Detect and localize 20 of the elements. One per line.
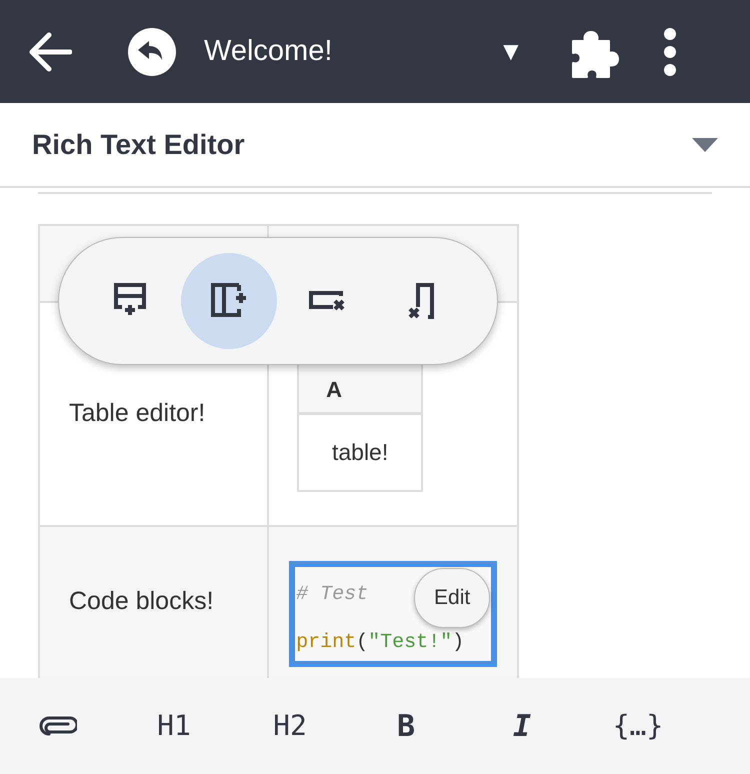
bold-button[interactable]: B [396,704,416,748]
format-button[interactable]: H2 [273,705,307,747]
edit-button[interactable]: Edit [414,568,490,628]
reply-icon[interactable] [128,28,176,76]
table-cell-text: table! [332,438,388,468]
caret-icon[interactable] [692,138,718,152]
table-cell-text: Table editor! [69,398,206,430]
section-title: Rich Text Editor [32,128,245,162]
back-arrow-icon[interactable] [28,32,72,72]
dropdown-toggle[interactable]: ▼ [498,32,524,71]
table-header: A [326,376,342,404]
format-button[interactable]: H1 [157,705,191,747]
code-line: print("Test!") [296,630,464,656]
code-line: # Test [296,582,368,608]
format-button[interactable]: {…} [612,705,664,747]
topic-title: Welcome! [204,34,334,69]
paperclip-icon[interactable] [39,716,77,736]
more-menu-icon[interactable] [662,26,677,76]
table-cell-text: Code blocks! [69,586,214,618]
italic-button[interactable]: I [512,704,532,748]
